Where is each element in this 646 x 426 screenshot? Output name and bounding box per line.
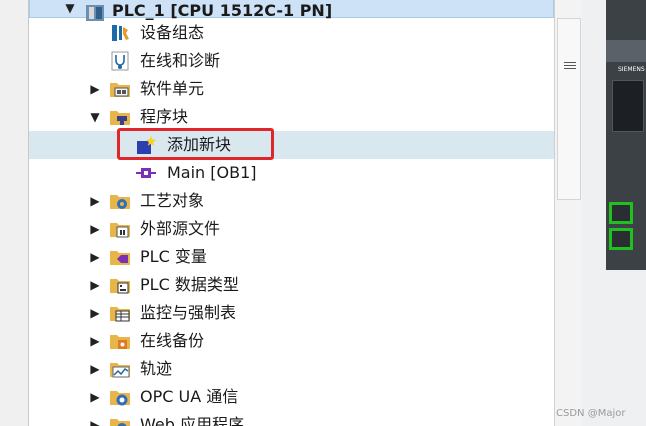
folder-web-applications-icon <box>110 419 130 426</box>
tree-label-external-sources: 外部源文件 <box>140 219 221 238</box>
collapse-arrow-icon[interactable]: ▼ <box>89 110 101 124</box>
expand-arrow-icon[interactable]: ▶ <box>89 278 101 292</box>
tree-label-traces: 轨迹 <box>140 359 173 378</box>
highlight-annotation-box <box>117 128 274 160</box>
ethernet-port-1[interactable] <box>609 202 633 224</box>
watermark-text: CSDN @Major <box>556 408 626 419</box>
folder-watch-tables-icon <box>110 307 130 322</box>
folder-online-backups-icon <box>110 335 130 349</box>
expand-arrow-icon[interactable]: ▶ <box>89 390 101 404</box>
cpu-module-top <box>606 40 646 62</box>
tree-label-software-units: 软件单元 <box>140 79 205 98</box>
tree-row-plc-root[interactable]: ▼ PLC_1 [CPU 1512C-1 PN] <box>29 0 554 21</box>
tree-label-main-ob1: Main [OB1] <box>167 163 257 182</box>
folder-plc-data-types-icon <box>110 279 130 294</box>
stethoscope-icon <box>111 51 129 71</box>
tree-label-device-config: 设备组态 <box>140 23 205 42</box>
expand-arrow-icon[interactable]: ▶ <box>89 222 101 236</box>
tree-row-watch-force-tables[interactable]: ▶ 监控与强制表 <box>29 299 554 327</box>
tree-row-software-units[interactable]: ▶ 软件单元 <box>29 75 554 103</box>
organization-block-icon <box>136 168 156 178</box>
device-brand-label: SIEMENS <box>618 66 645 73</box>
expand-arrow-icon[interactable]: ▶ <box>89 306 101 320</box>
tree-label-opc-ua: OPC UA 通信 <box>140 387 239 406</box>
folder-external-sources-icon <box>110 223 130 238</box>
folder-software-units-icon <box>110 83 130 97</box>
tree-row-technology-objects[interactable]: ▶ 工艺对象 <box>29 187 554 215</box>
folder-technology-objects-icon <box>110 195 130 209</box>
tree-label-web-applications: Web 应用程序 <box>140 415 244 426</box>
folder-plc-tags-icon <box>110 251 130 265</box>
tree-row-opc-ua[interactable]: ▶ OPC UA 通信 <box>29 383 554 411</box>
grip-handle-icon[interactable] <box>564 62 576 72</box>
tree-row-main-ob1[interactable]: Main [OB1] <box>29 159 554 187</box>
expand-arrow-icon[interactable]: ▶ <box>89 334 101 348</box>
tree-label-plc-data-types: PLC 数据类型 <box>140 275 239 294</box>
device-view: SIEMENS <box>582 0 646 426</box>
expand-arrow-icon[interactable]: ▶ <box>89 362 101 376</box>
tree-label-plc-tags: PLC 变量 <box>140 247 207 266</box>
tree-label-online-diagnostics: 在线和诊断 <box>140 51 221 70</box>
ethernet-port-2[interactable] <box>609 228 633 250</box>
tree-row-plc-data-types[interactable]: ▶ PLC 数据类型 <box>29 271 554 299</box>
tree-row-online-diagnostics[interactable]: 在线和诊断 <box>29 47 554 75</box>
panel-splitter[interactable] <box>554 0 584 426</box>
folder-program-blocks-icon <box>110 111 130 125</box>
device-config-icon <box>112 25 129 41</box>
left-panel-strip <box>0 0 29 426</box>
project-tree: ▼ PLC_1 [CPU 1512C-1 PN] 设备组态 在线和诊断 ▶ 软件… <box>29 0 554 426</box>
cpu-display <box>612 80 644 132</box>
tree-row-web-applications[interactable]: ▶ Web 应用程序 <box>29 411 554 426</box>
expand-arrow-icon[interactable]: ▶ <box>89 418 101 426</box>
tree-row-external-sources[interactable]: ▶ 外部源文件 <box>29 215 554 243</box>
tree-row-plc-tags[interactable]: ▶ PLC 变量 <box>29 243 554 271</box>
expand-arrow-icon[interactable]: ▼ <box>64 1 76 15</box>
folder-opc-ua-icon <box>110 391 130 406</box>
tree-row-device-config[interactable]: 设备组态 <box>29 19 554 47</box>
tree-label-technology-objects: 工艺对象 <box>140 191 205 210</box>
expand-arrow-icon[interactable]: ▶ <box>89 82 101 96</box>
tree-label-online-backups: 在线备份 <box>140 331 205 350</box>
tree-label-program-blocks: 程序块 <box>140 107 189 126</box>
tree-row-program-blocks[interactable]: ▼ 程序块 <box>29 103 554 131</box>
tree-row-online-backups[interactable]: ▶ 在线备份 <box>29 327 554 355</box>
tree-label-watch-force-tables: 监控与强制表 <box>140 303 237 322</box>
folder-traces-icon <box>110 363 130 378</box>
tree-row-add-new-block[interactable]: 添加新块 <box>29 131 554 159</box>
scrollbar-thumb[interactable] <box>557 18 581 200</box>
tree-row-traces[interactable]: ▶ 轨迹 <box>29 355 554 383</box>
expand-arrow-icon[interactable]: ▶ <box>89 250 101 264</box>
expand-arrow-icon[interactable]: ▶ <box>89 194 101 208</box>
